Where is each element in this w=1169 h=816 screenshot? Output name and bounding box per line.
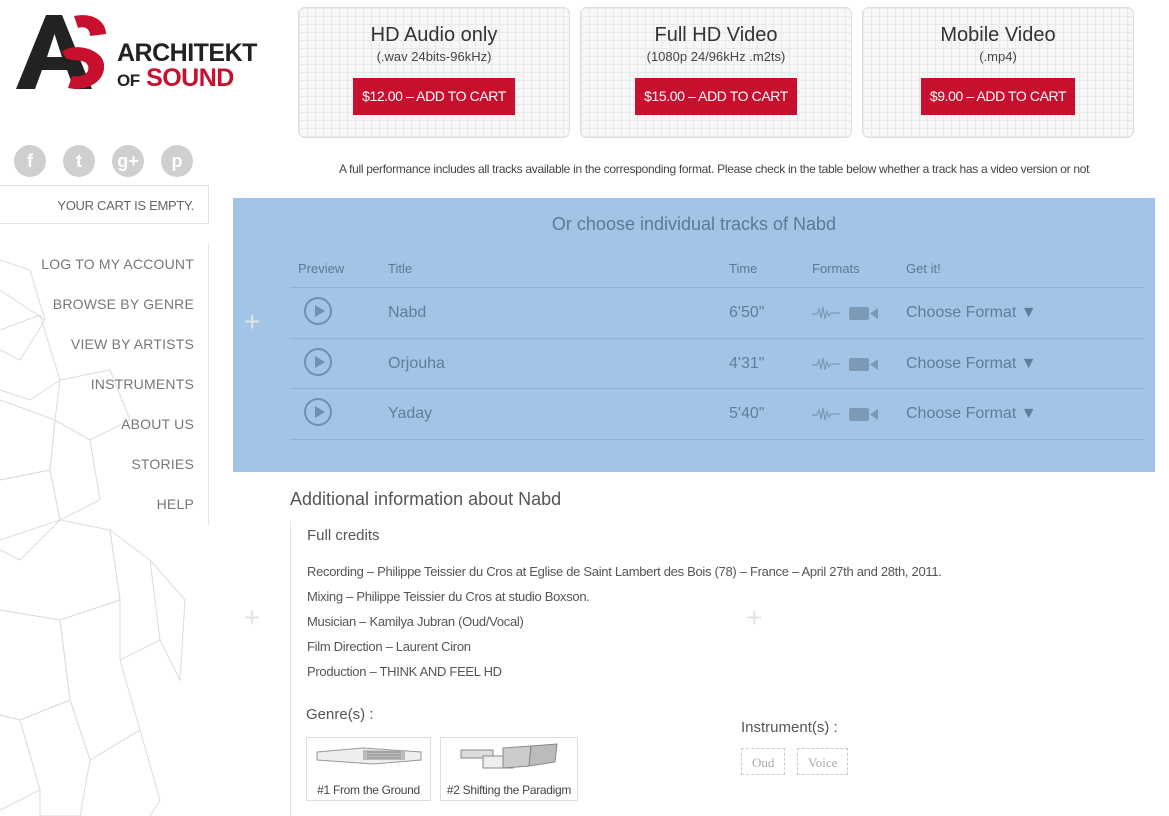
choose-format-dropdown[interactable]: Choose Format ▼ [906, 355, 1037, 373]
nav-item-stories[interactable]: STORIES [0, 444, 208, 484]
credit-line: Mixing – Philippe Teissier du Cros at st… [307, 589, 590, 604]
credit-line: Film Direction – Laurent Ciron [307, 639, 471, 654]
track-time: 5'40" [729, 405, 765, 422]
track-row: Orjouha 4'31" Choose Format ▼ [290, 338, 1145, 389]
play-preview-icon[interactable] [304, 398, 332, 426]
nav-item-about[interactable]: ABOUT US [0, 404, 208, 444]
product-title: Mobile Video [940, 24, 1056, 46]
credits-list: Recording – Philippe Teissier du Cros at… [307, 564, 1007, 689]
product-format: (1080p 24/96kHz .m2ts) [646, 49, 786, 64]
header-preview: Preview [298, 261, 345, 276]
track-time: 6'50" [729, 304, 765, 321]
audio-video-format-icons [812, 306, 878, 320]
nav-item-artists[interactable]: VIEW BY ARTISTS [0, 324, 208, 364]
pinterest-icon[interactable]: p [161, 145, 193, 177]
credits-heading: Full credits [307, 527, 380, 544]
site-logo[interactable]: ARCHITEKT OF SOUND [14, 12, 257, 94]
tracks-heading: Or choose individual tracks of Nabd [551, 214, 837, 234]
instrument-tag[interactable]: Oud [741, 748, 786, 775]
play-preview-icon[interactable] [304, 348, 332, 376]
genres-heading: Genre(s) : [306, 706, 374, 723]
nav-item-genre[interactable]: BROWSE BY GENRE [0, 284, 208, 324]
plus-decoration-icon: + [244, 602, 261, 633]
genre-thumbnail-icon [460, 743, 558, 769]
nav-item-help[interactable]: HELP [0, 484, 208, 524]
nav-item-account[interactable]: LOG TO MY ACCOUNT [0, 244, 208, 284]
add-to-cart-button[interactable]: $9.00 – ADD TO CART [920, 78, 1076, 115]
additional-info-heading: Additional information about Nabd [290, 489, 562, 509]
nav-item-instruments[interactable]: INSTRUMENTS [0, 364, 208, 404]
play-preview-icon[interactable] [304, 297, 332, 325]
individual-tracks-panel: Or choose individual tracks of Nabd Prev… [233, 198, 1155, 472]
genre-card[interactable]: #2 Shifting the Paradigm [440, 737, 578, 801]
logo-monogram-icon [16, 15, 106, 89]
product-card-mobile-video: Mobile Video (.mp4) $9.00 – ADD TO CART [862, 7, 1134, 138]
genre-label: #2 Shifting the Paradigm [446, 783, 572, 797]
credit-line: Musician – Kamilya Jubran (Oud/Vocal) [307, 614, 524, 629]
add-to-cart-button[interactable]: $15.00 – ADD TO CART [635, 78, 797, 115]
track-title: Orjouha [388, 355, 445, 372]
product-format: (.mp4) [979, 49, 1017, 64]
cart-status[interactable]: YOUR CART IS EMPTY. [0, 185, 209, 224]
choose-format-dropdown[interactable]: Choose Format ▼ [906, 304, 1037, 322]
track-row: Yaday 5'40" Choose Format ▼ [290, 388, 1145, 440]
credit-line: Production – THINK AND FEEL HD [307, 664, 502, 679]
twitter-icon[interactable]: t [63, 145, 95, 177]
instrument-tag[interactable]: Voice [797, 748, 849, 775]
logo-text-line2: OF SOUND [117, 64, 234, 92]
genre-thumbnail-icon [316, 747, 421, 765]
header-title: Title [388, 261, 413, 276]
instruments-heading: Instrument(s) : [741, 719, 838, 736]
sidebar: ARCHITEKT OF SOUND f t g+ p YOUR CART IS… [0, 0, 257, 816]
track-row: Nabd 6'50" Choose Format ▼ [290, 287, 1145, 338]
plus-decoration-icon: + [244, 306, 261, 337]
choose-format-dropdown[interactable]: Choose Format ▼ [906, 405, 1037, 423]
google-plus-icon[interactable]: g+ [112, 145, 144, 177]
genre-label: #1 From the Ground [317, 783, 420, 797]
product-card-full-hd-video: Full HD Video (1080p 24/96kHz .m2ts) $15… [580, 7, 852, 138]
genre-card[interactable]: #1 From the Ground [306, 737, 431, 801]
facebook-icon[interactable]: f [14, 145, 46, 177]
audio-video-format-icons [812, 407, 878, 421]
full-performance-note: A full performance includes all tracks a… [339, 162, 1090, 176]
header-get-it: Get it! [906, 261, 941, 276]
header-formats: Formats [812, 261, 860, 276]
social-links: f t g+ p [14, 145, 193, 177]
add-to-cart-button[interactable]: $12.00 – ADD TO CART [353, 78, 515, 115]
credit-line: Recording – Philippe Teissier du Cros at… [307, 564, 942, 579]
product-title: HD Audio only [370, 24, 498, 46]
product-card-hd-audio: HD Audio only (.wav 24bits-96kHz) $12.00… [298, 7, 570, 138]
audio-video-format-icons [812, 357, 878, 371]
main-nav: LOG TO MY ACCOUNT BROWSE BY GENRE VIEW B… [0, 244, 209, 526]
track-title: Yaday [388, 405, 433, 422]
header-time: Time [729, 261, 758, 276]
product-format: (.wav 24bits-96kHz) [376, 49, 492, 64]
track-time: 4'31" [729, 355, 765, 372]
track-title: Nabd [388, 304, 427, 321]
product-title: Full HD Video [654, 24, 778, 46]
